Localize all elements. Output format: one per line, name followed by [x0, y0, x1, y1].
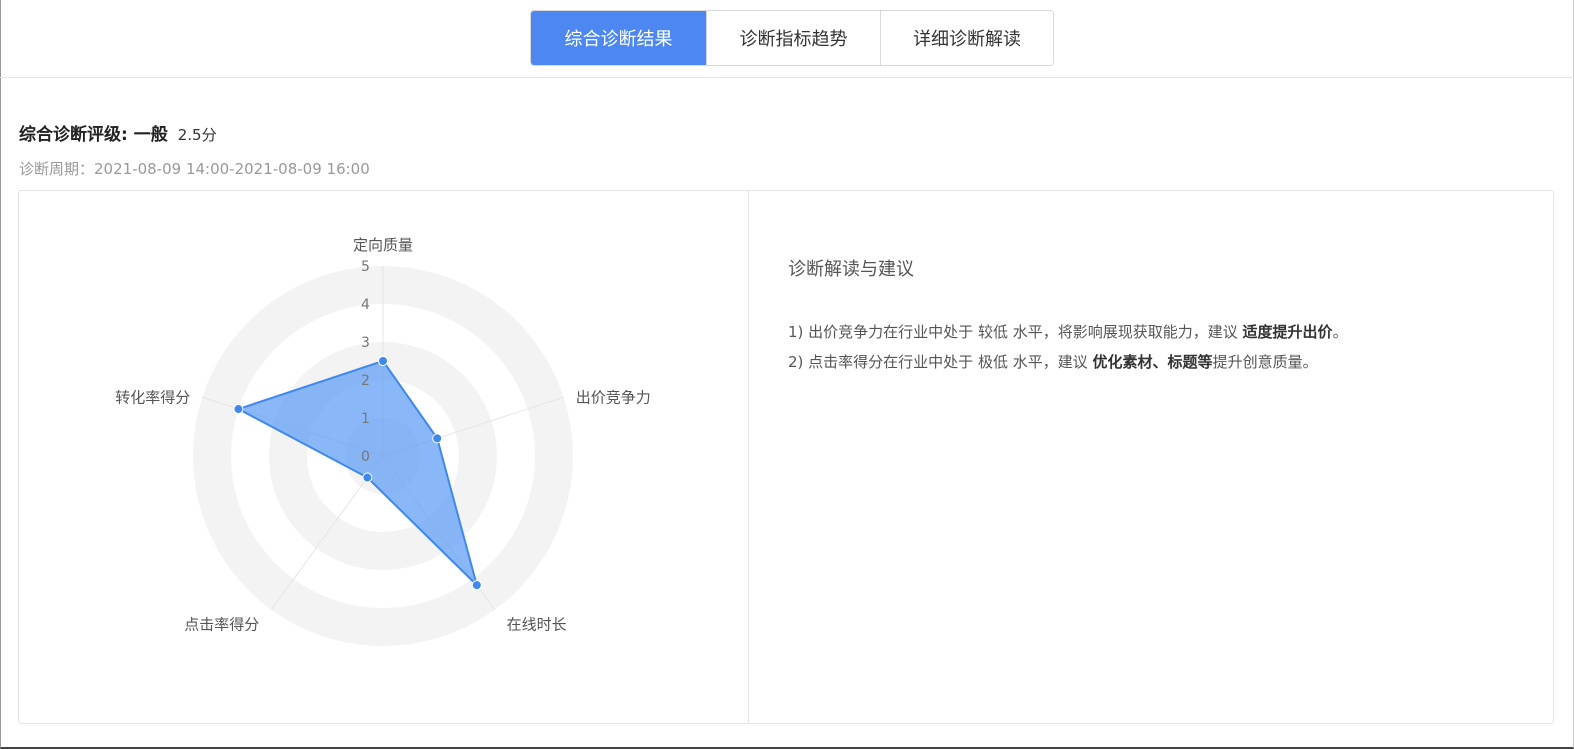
radar-tick-1: 1	[361, 411, 370, 427]
radar-chart: 0 1 2 3 4 5 定向质量出价竞争力在线时长 点击率得分 转化率得分	[115, 236, 651, 646]
radar-indicator-label-1: 出价竞争力	[576, 388, 651, 406]
radar-point-1	[432, 433, 443, 444]
header-divider	[0, 77, 1574, 78]
radar-indicator-label-4: 转化率得分	[115, 388, 190, 406]
advice-item-2: 2) 点击率得分在行业中处于 极低 水平，建议 优化素材、标题等提升创意质量。	[788, 347, 1528, 377]
tab-detailed-analysis[interactable]: 详细诊断解读	[880, 11, 1053, 65]
radar-indicator-label-0: 定向质量	[353, 236, 413, 254]
radar-tick-4: 4	[361, 297, 370, 313]
radar-point-4	[233, 404, 244, 415]
advice-section: 诊断解读与建议 1) 出价竞争力在行业中处于 较低 水平，将影响展现获取能力，建…	[788, 255, 1528, 377]
advice-item-1-level: 较低	[977, 323, 1008, 341]
radar-tick-5: 5	[361, 259, 370, 275]
tab-bar: 综合诊断结果 诊断指标趋势 详细诊断解读	[530, 10, 1054, 66]
tab-indicator-trend[interactable]: 诊断指标趋势	[706, 11, 880, 65]
tab-overall-result[interactable]: 综合诊断结果	[531, 11, 706, 65]
radar-indicator-label-2: 在线时长	[507, 616, 567, 634]
radar-tick-3: 3	[361, 335, 370, 351]
radar-point-3	[362, 472, 373, 483]
diagnosis-panel: 0 1 2 3 4 5 定向质量出价竞争力在线时长 点击率得分 转化率得分 诊断解读与建议 1)…	[18, 190, 1554, 724]
advice-item-1-prefix: 1) 出价竞争力在行业中处于	[788, 323, 974, 341]
radar-indicator-label-3: 点击率得分	[184, 616, 259, 634]
diagnosis-period: 诊断周期：2021-08-09 14:00-2021-08-09 16:00	[19, 160, 370, 178]
radar-point-0	[378, 356, 388, 366]
advice-item-1-suffix: 。	[1332, 323, 1348, 341]
advice-item-1-bold: 适度提升出价	[1242, 323, 1333, 341]
rating-score: 2.5分	[177, 126, 217, 144]
advice-item-2-suffix: 提升创意质量。	[1212, 353, 1318, 371]
radar-tick-0: 0	[361, 449, 370, 465]
advice-item-1-middle: 水平，将影响展现获取能力，建议	[1012, 323, 1238, 341]
panel-divider	[748, 191, 749, 723]
radar-tick-2: 2	[361, 373, 370, 389]
radar-point-2	[471, 580, 482, 591]
advice-item-1: 1) 出价竞争力在行业中处于 较低 水平，将影响展现获取能力，建议 适度提升出价…	[788, 317, 1528, 347]
advice-title: 诊断解读与建议	[788, 259, 914, 280]
rating-label: 综合诊断评级: 一般	[19, 125, 168, 145]
advice-item-2-level: 极低	[977, 353, 1008, 371]
advice-item-2-prefix: 2) 点击率得分在行业中处于	[788, 353, 974, 371]
advice-item-2-middle: 水平，建议	[1012, 353, 1088, 371]
advice-item-2-bold: 优化素材、标题等	[1092, 353, 1213, 371]
overall-rating: 综合诊断评级: 一般 2.5分	[19, 120, 217, 145]
